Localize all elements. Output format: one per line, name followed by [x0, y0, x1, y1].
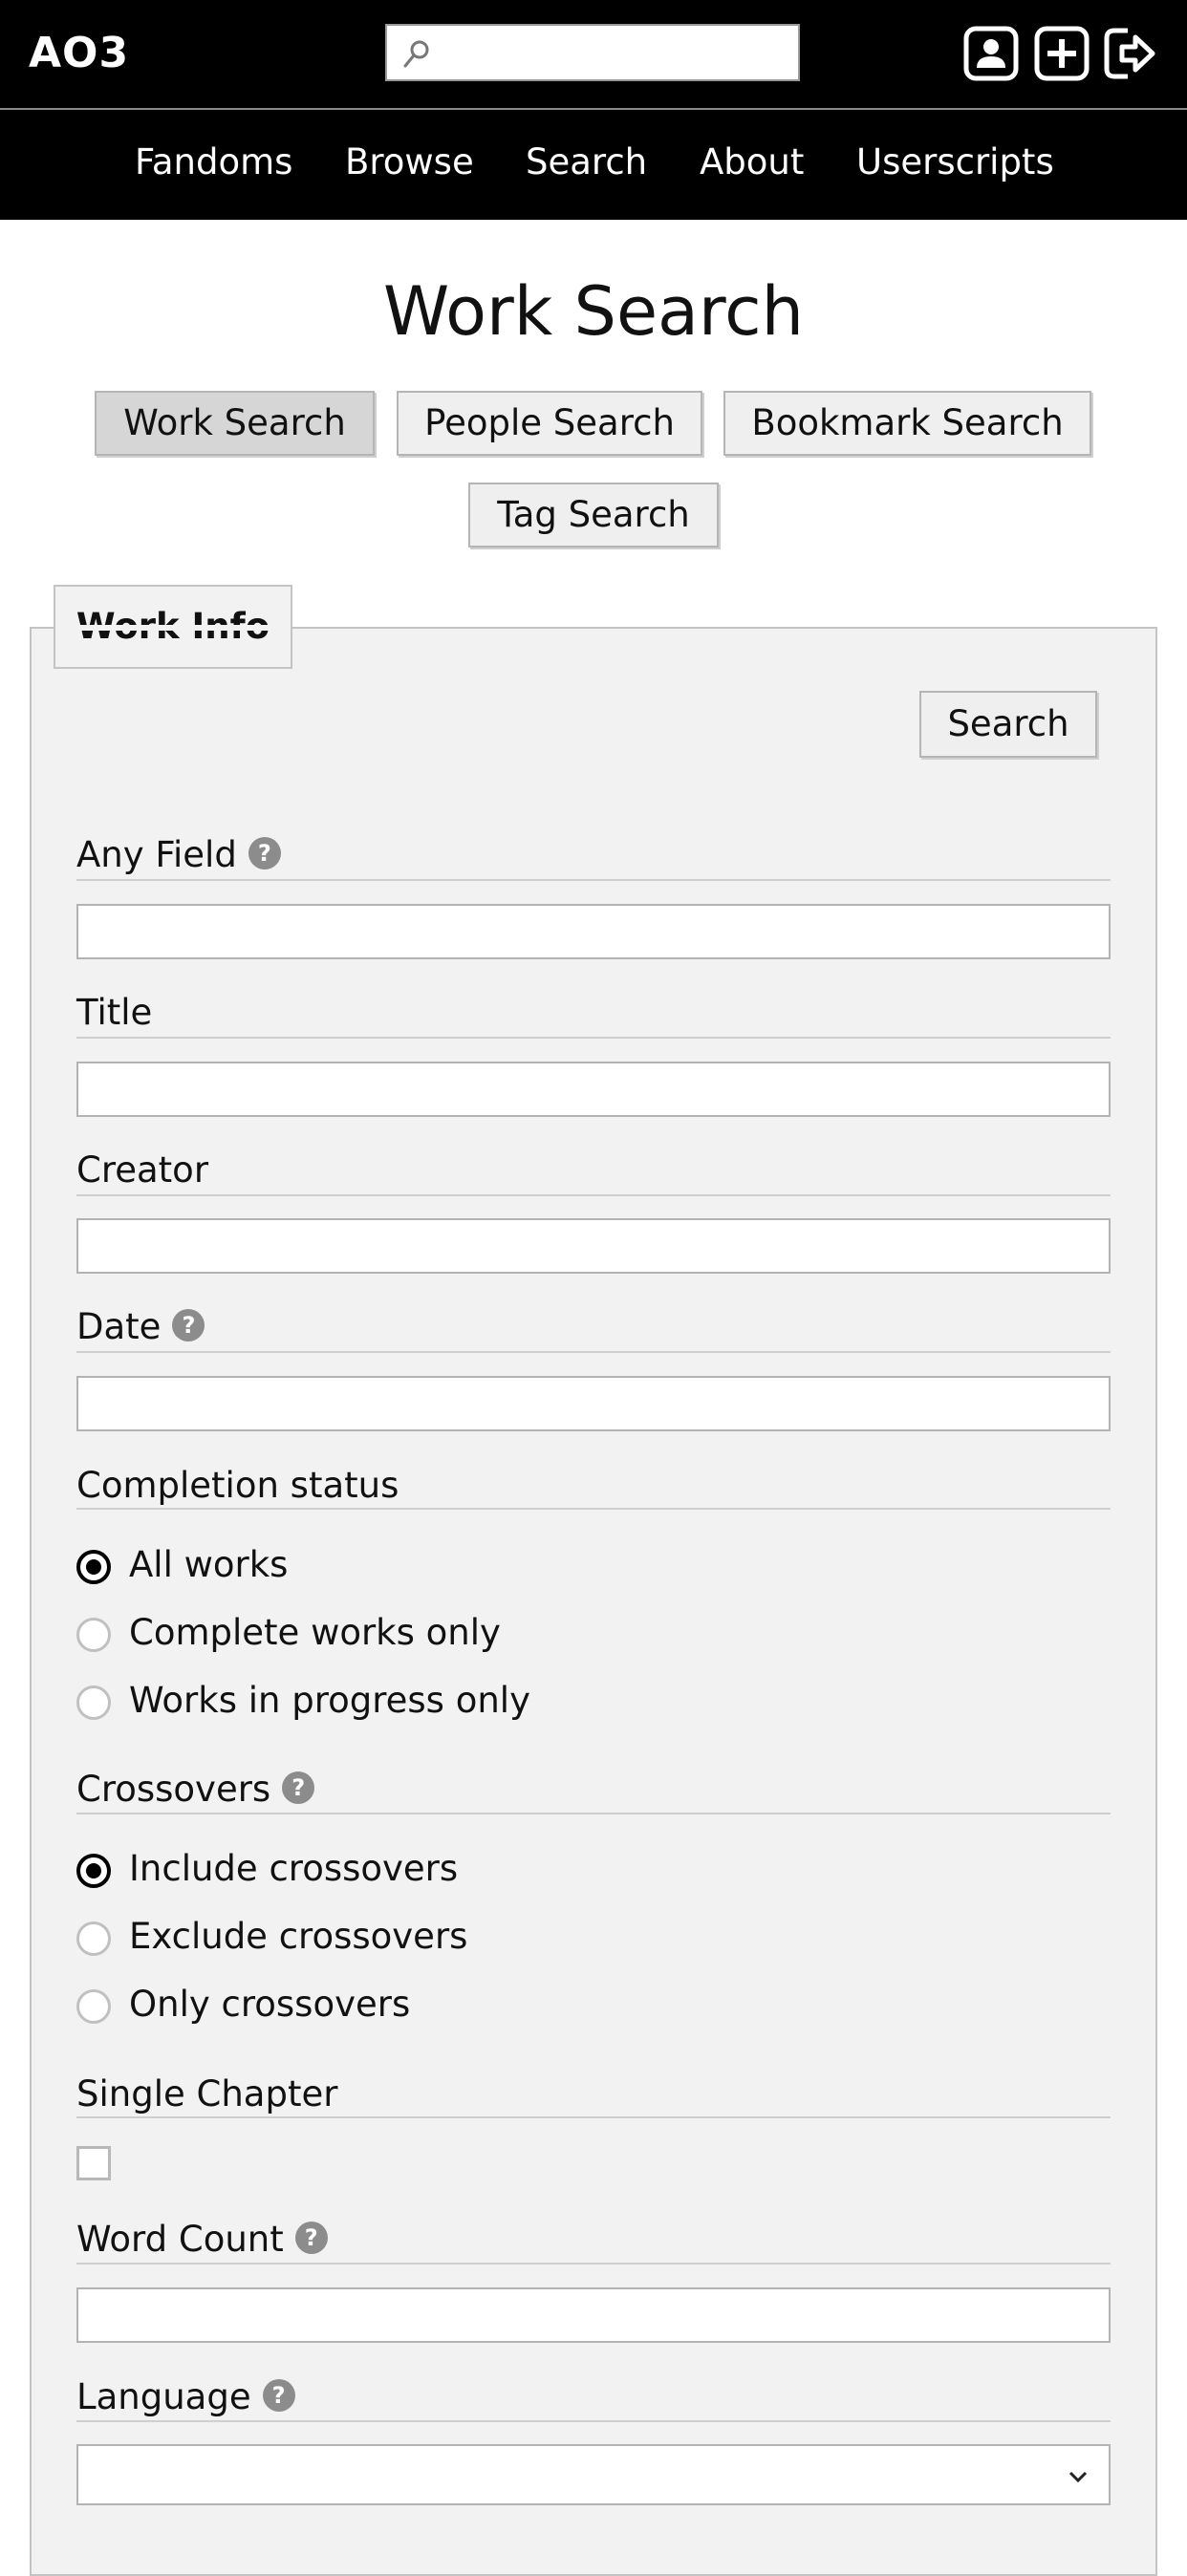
radio-button[interactable] — [76, 1921, 111, 1956]
tab-bookmark-search[interactable]: Bookmark Search — [723, 391, 1091, 456]
radio-button[interactable] — [76, 1618, 111, 1652]
divider — [76, 2263, 1111, 2265]
nav-item-search[interactable]: Search — [526, 141, 647, 182]
radio-button[interactable] — [76, 1685, 111, 1720]
tab-people-search[interactable]: People Search — [397, 391, 702, 456]
radio-label: Include crossovers — [129, 1848, 459, 1889]
title-input[interactable] — [76, 1062, 1111, 1117]
word-count-label: Word Count? — [76, 2219, 328, 2260]
user-account-icon[interactable] — [963, 26, 1019, 81]
divider — [76, 2116, 1111, 2118]
help-icon[interactable]: ? — [282, 1771, 315, 1804]
divider — [76, 1508, 1111, 1510]
divider — [76, 1194, 1111, 1196]
date-input[interactable] — [76, 1376, 1111, 1431]
date-label-text: Date — [76, 1306, 162, 1347]
word-count-input[interactable] — [76, 2287, 1111, 2343]
help-icon[interactable]: ? — [172, 1309, 205, 1342]
search-icon — [403, 40, 429, 68]
plus-icon[interactable] — [1034, 26, 1090, 81]
help-icon[interactable]: ? — [248, 837, 281, 869]
main-nav: Fandoms Browse Search About Userscripts — [0, 110, 1187, 220]
any-field-label-text: Any Field — [76, 834, 237, 875]
language-label: Language? — [76, 2376, 295, 2417]
radio-button[interactable] — [76, 1989, 111, 2024]
tab-work-search[interactable]: Work Search — [95, 391, 375, 456]
radio-label: Works in progress only — [129, 1680, 530, 1721]
creator-label: Creator — [76, 1149, 209, 1191]
any-field-label: Any Field? — [76, 834, 281, 875]
single-chapter-checkbox[interactable] — [76, 2146, 111, 2180]
chevron-down-icon — [1068, 2471, 1088, 2483]
help-icon[interactable]: ? — [294, 2222, 328, 2254]
language-select[interactable] — [76, 2444, 1111, 2505]
date-label: Date? — [76, 1306, 205, 1347]
crossovers-label-text: Crossovers — [76, 1769, 271, 1810]
title-label: Title — [76, 992, 153, 1033]
divider — [76, 879, 1111, 881]
divider — [76, 1813, 1111, 1814]
radio-button-checked[interactable] — [76, 1854, 111, 1888]
radio-label: Complete works only — [129, 1612, 501, 1653]
site-logo[interactable]: AO3 — [29, 29, 129, 77]
header-search-box[interactable] — [385, 24, 800, 81]
word-count-label-text: Word Count — [76, 2219, 284, 2260]
radio-label: Exclude crossovers — [129, 1916, 468, 1957]
radio-label: Only crossovers — [129, 1984, 411, 2025]
nav-item-userscripts[interactable]: Userscripts — [856, 141, 1054, 182]
tab-tag-search[interactable]: Tag Search — [468, 483, 719, 547]
divider — [76, 1037, 1111, 1039]
header-search-input[interactable] — [435, 32, 792, 75]
nav-item-about[interactable]: About — [700, 141, 804, 182]
completion-status-label: Completion status — [76, 1465, 399, 1506]
nav-item-browse[interactable]: Browse — [345, 141, 474, 182]
divider — [76, 2420, 1111, 2422]
page-title: Work Search — [383, 272, 804, 351]
any-field-input[interactable] — [76, 904, 1111, 959]
single-chapter-label: Single Chapter — [76, 2073, 338, 2114]
radio-label: All works — [129, 1544, 289, 1585]
language-label-text: Language — [76, 2376, 251, 2417]
top-bar: AO3 — [0, 0, 1187, 110]
divider — [76, 1351, 1111, 1353]
logout-icon[interactable] — [1103, 26, 1158, 81]
nav-item-fandoms[interactable]: Fandoms — [135, 141, 292, 182]
search-submit-button[interactable]: Search — [919, 691, 1097, 758]
legend-divider-cover — [55, 625, 291, 631]
help-icon[interactable]: ? — [262, 2379, 295, 2412]
creator-input[interactable] — [76, 1218, 1111, 1274]
radio-button-checked[interactable] — [76, 1550, 111, 1584]
crossovers-label: Crossovers? — [76, 1769, 315, 1810]
